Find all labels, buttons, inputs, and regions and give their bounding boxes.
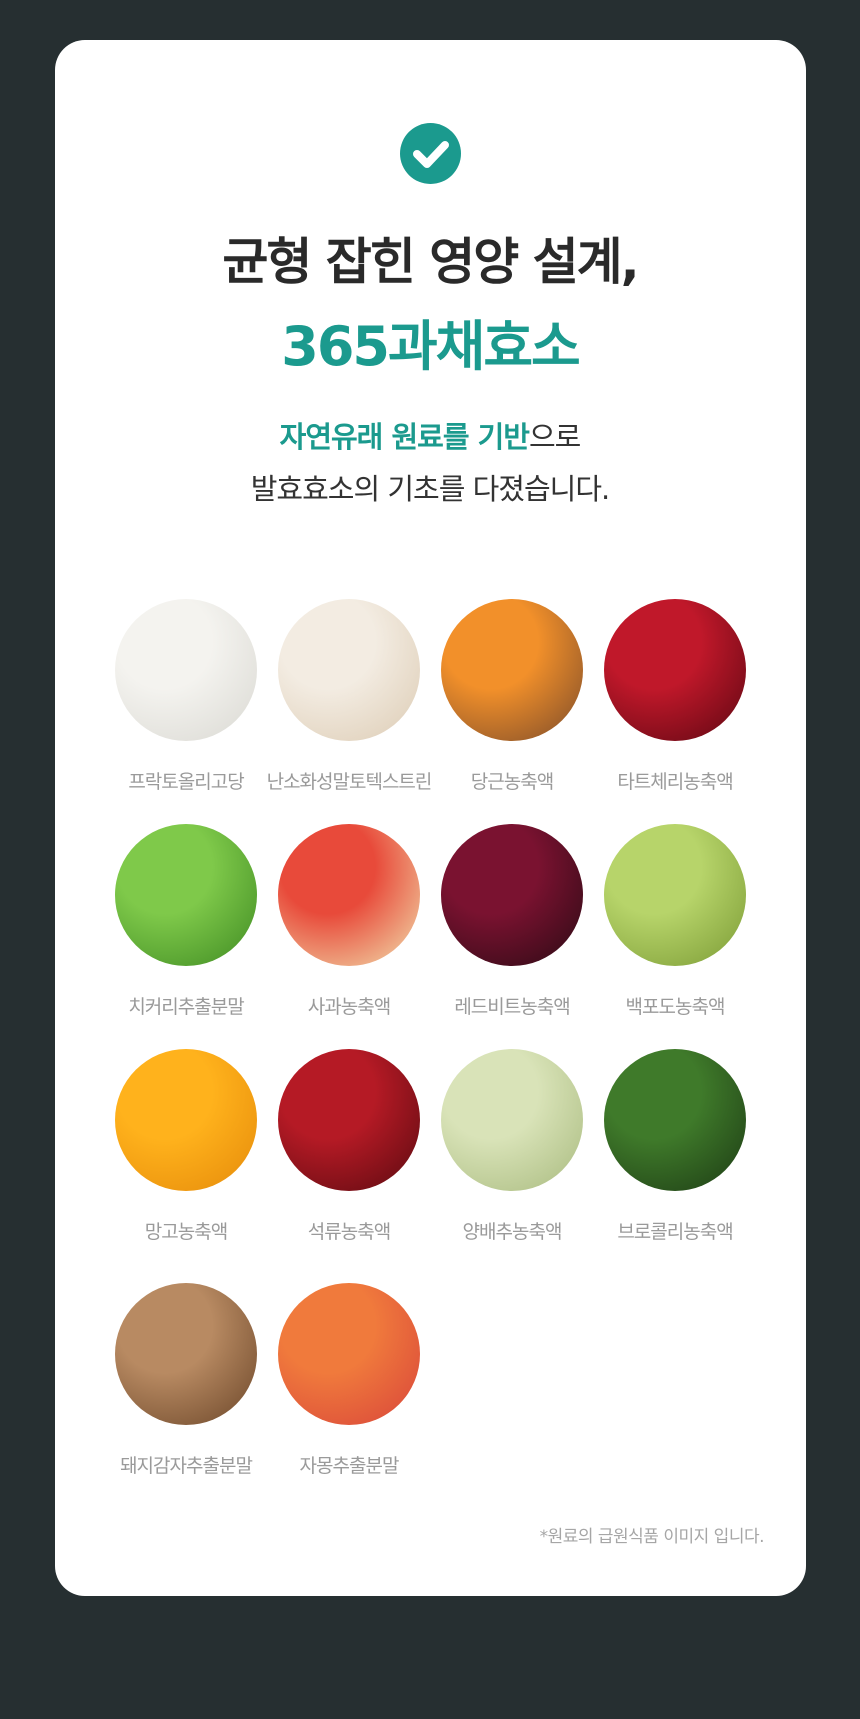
broccoli-icon	[604, 1049, 746, 1191]
ingredient-label: 돼지감자추출분말	[120, 1455, 253, 1477]
grapefruit-icon	[278, 1283, 420, 1425]
subtitle-rest: 으로	[528, 420, 581, 454]
ingredient-label: 당근농축액	[470, 771, 554, 793]
image-note: *원료의 급원식품 이미지 입니다.	[539, 1527, 765, 1547]
apples-juice-icon	[278, 824, 420, 966]
ingredient-label: 백포도농축액	[625, 996, 726, 1018]
red-beet-juice-icon	[441, 824, 583, 966]
heading-line1: 균형 잡힌 영양 설계,	[222, 233, 639, 291]
heading-line2: 365과채효소	[281, 315, 580, 378]
ingredient-label: 난소화성말토텍스트린	[266, 771, 433, 793]
ingredient-label: 사과농축액	[307, 996, 391, 1018]
carrot-juice-icon	[441, 599, 583, 741]
white-powder-bowl-icon	[115, 599, 257, 741]
ingredient-label: 석류농축액	[307, 1221, 391, 1243]
mango-cubes-icon	[115, 1049, 257, 1191]
green-grapes-icon	[604, 824, 746, 966]
cream-powder-scoop-icon	[278, 599, 420, 741]
check-icon	[400, 123, 461, 184]
ingredient-label: 브로콜리농축액	[617, 1221, 733, 1243]
subtitle-line1: 자연유래 원료를 기반으로	[0, 414, 860, 456]
subtitle-line2: 발효효소의 기초를 다졌습니다.	[250, 472, 611, 506]
ingredient-label: 양배추농축액	[462, 1221, 563, 1243]
ingredient-label: 망고농축액	[144, 1221, 228, 1243]
chicory-leaves-icon	[115, 824, 257, 966]
cabbage-juice-icon	[441, 1049, 583, 1191]
tart-cherries-icon	[604, 599, 746, 741]
ingredient-label: 치커리추출분말	[128, 996, 244, 1018]
ingredient-label: 프락토올리고당	[128, 771, 244, 793]
pomegranate-icon	[278, 1049, 420, 1191]
subtitle-highlight: 자연유래 원료를 기반	[279, 420, 530, 454]
ingredient-label: 자몽추출분말	[299, 1455, 400, 1477]
ingredient-label: 타트체리농축액	[617, 771, 733, 793]
jerusalem-artichoke-icon	[115, 1283, 257, 1425]
ingredient-label: 레드비트농축액	[454, 996, 570, 1018]
